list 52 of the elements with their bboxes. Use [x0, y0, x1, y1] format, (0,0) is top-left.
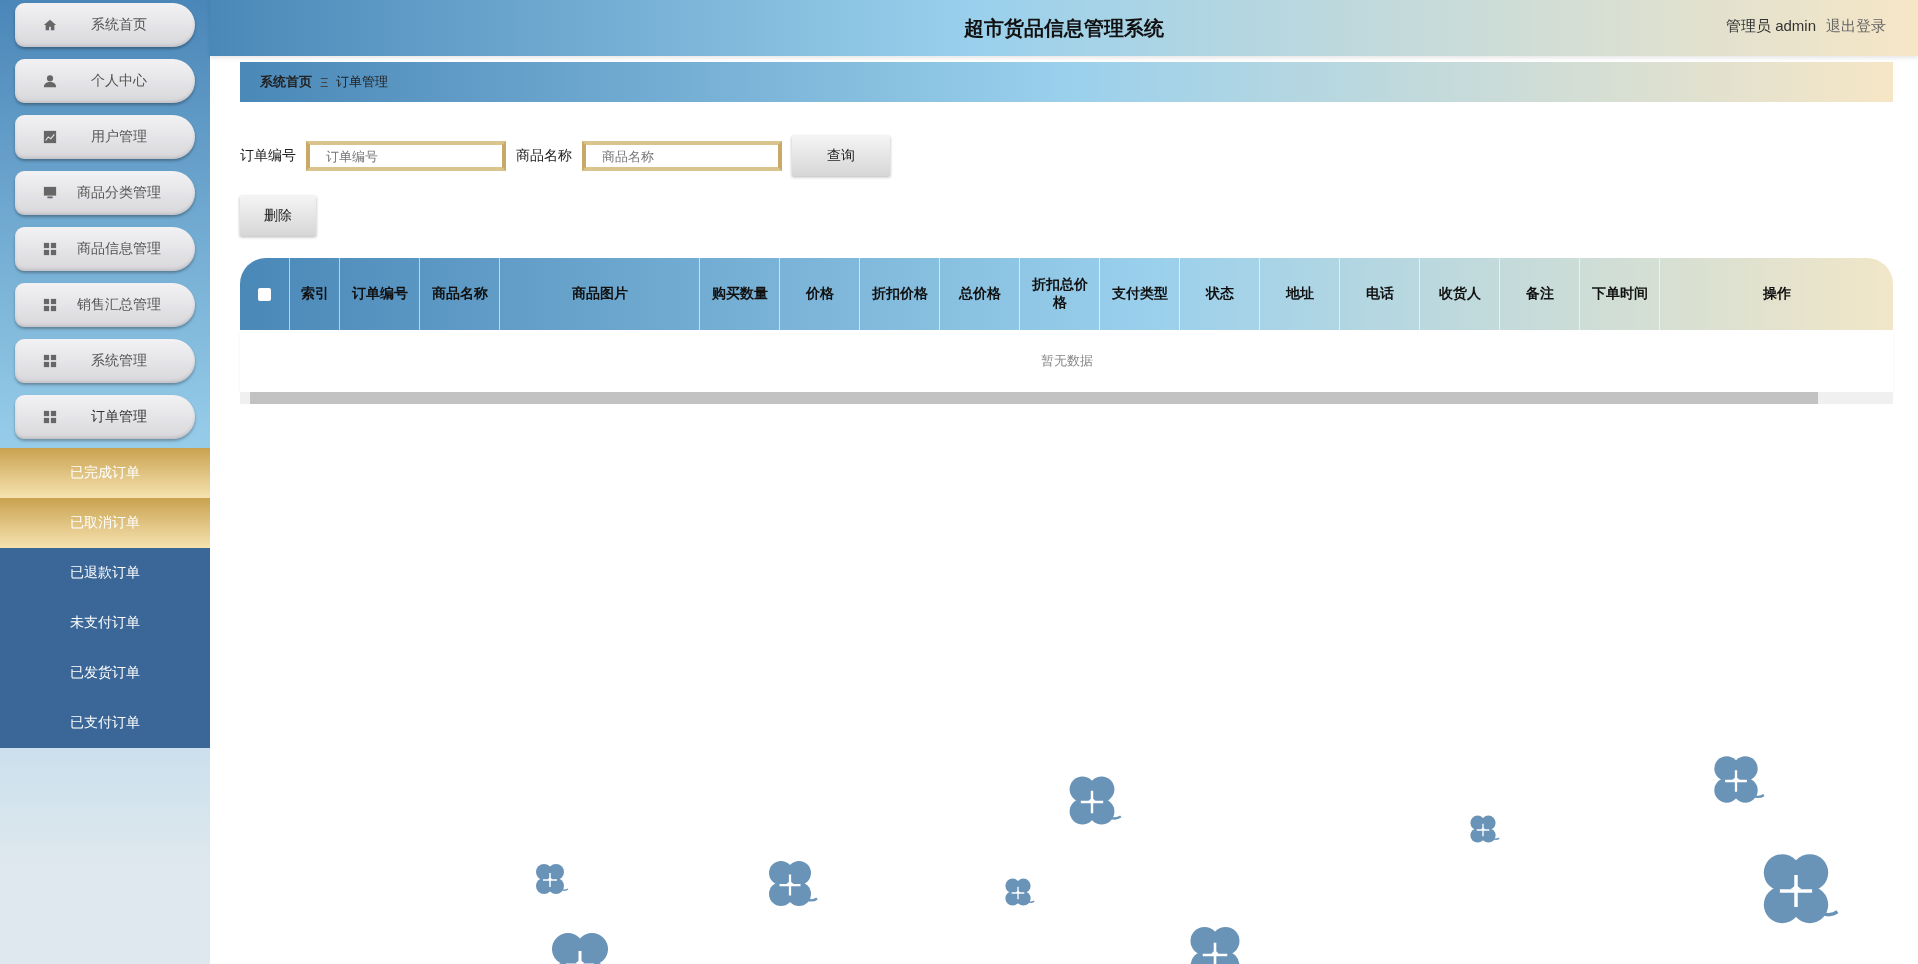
- delete-button[interactable]: 删除: [240, 196, 316, 236]
- sidebar-item[interactable]: 销售汇总管理: [15, 283, 195, 327]
- column-header: 订单编号: [340, 258, 420, 330]
- chart-icon: [43, 130, 57, 144]
- sidebar-item[interactable]: 商品分类管理: [15, 171, 195, 215]
- empty-message: 暂无数据: [1040, 352, 1093, 370]
- grid-icon: [43, 242, 57, 256]
- column-header: 价格: [780, 258, 860, 330]
- logout-link[interactable]: 退出登录: [1826, 17, 1886, 36]
- search-field[interactable]: 商品名称: [582, 141, 782, 171]
- column-header: 地址: [1260, 258, 1340, 330]
- monitor-icon: [43, 186, 57, 200]
- submenu-item[interactable]: 已支付订单: [0, 698, 210, 748]
- app-title: 超市货品信息管理系统: [964, 15, 1164, 41]
- column-header: 商品名称: [420, 258, 500, 330]
- column-header: 操作: [1761, 284, 1792, 303]
- column-header: 索引: [290, 258, 340, 330]
- grid-icon: [43, 410, 57, 424]
- column-header: 电话: [1340, 258, 1420, 330]
- sidebar-item[interactable]: 用户管理: [15, 115, 195, 159]
- field-label: 订单编号: [240, 147, 296, 165]
- column-header: 购买数量: [700, 258, 780, 330]
- sidebar-item[interactable]: 系统首页: [15, 3, 195, 47]
- sidebar-item[interactable]: 个人中心: [15, 59, 195, 103]
- breadcrumb-separator: Ξ: [320, 74, 329, 90]
- column-header: 状态: [1180, 258, 1260, 330]
- sidebar-item[interactable]: 系统管理: [15, 339, 195, 383]
- column-header: 支付类型: [1100, 258, 1180, 330]
- column-header: 下单时间: [1580, 258, 1660, 330]
- select-all-checkbox[interactable]: [258, 287, 271, 301]
- sidebar-item[interactable]: 订单管理: [15, 395, 195, 439]
- user-label: 管理员 admin: [1725, 17, 1816, 36]
- submenu-item[interactable]: 已退款订单: [0, 548, 210, 598]
- field-label: 商品名称: [516, 147, 572, 165]
- column-header: 商品图片: [500, 258, 700, 330]
- home-icon: [43, 18, 57, 32]
- column-header: 折扣总价格: [1020, 258, 1100, 330]
- query-button[interactable]: 查询: [792, 136, 890, 176]
- grid-icon: [43, 354, 57, 368]
- grid-icon: [43, 298, 57, 312]
- column-header: 折扣价格: [860, 258, 940, 330]
- column-header: 备注: [1500, 258, 1580, 330]
- breadcrumb-current: 订单管理: [336, 73, 389, 91]
- column-header: 总价格: [940, 258, 1020, 330]
- person-icon: [43, 74, 57, 88]
- search-field[interactable]: 订单编号: [306, 141, 506, 171]
- submenu-item[interactable]: 未支付订单: [0, 598, 210, 648]
- submenu-item[interactable]: 已发货订单: [0, 648, 210, 698]
- horizontal-scrollbar[interactable]: [240, 392, 1893, 404]
- breadcrumb-link[interactable]: 系统首页: [260, 73, 312, 91]
- sidebar-item[interactable]: 商品信息管理: [15, 227, 195, 271]
- column-header: 收货人: [1420, 258, 1500, 330]
